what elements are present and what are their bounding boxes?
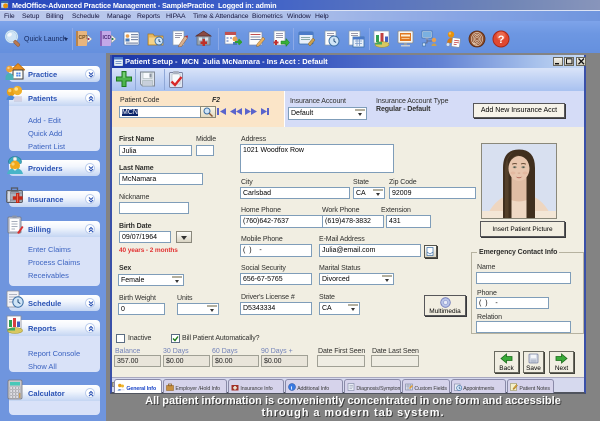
svg-text:?: ? [498,34,505,46]
svg-text:ICD: ICD [103,35,112,41]
svg-text:CPT: CPT [79,35,89,41]
